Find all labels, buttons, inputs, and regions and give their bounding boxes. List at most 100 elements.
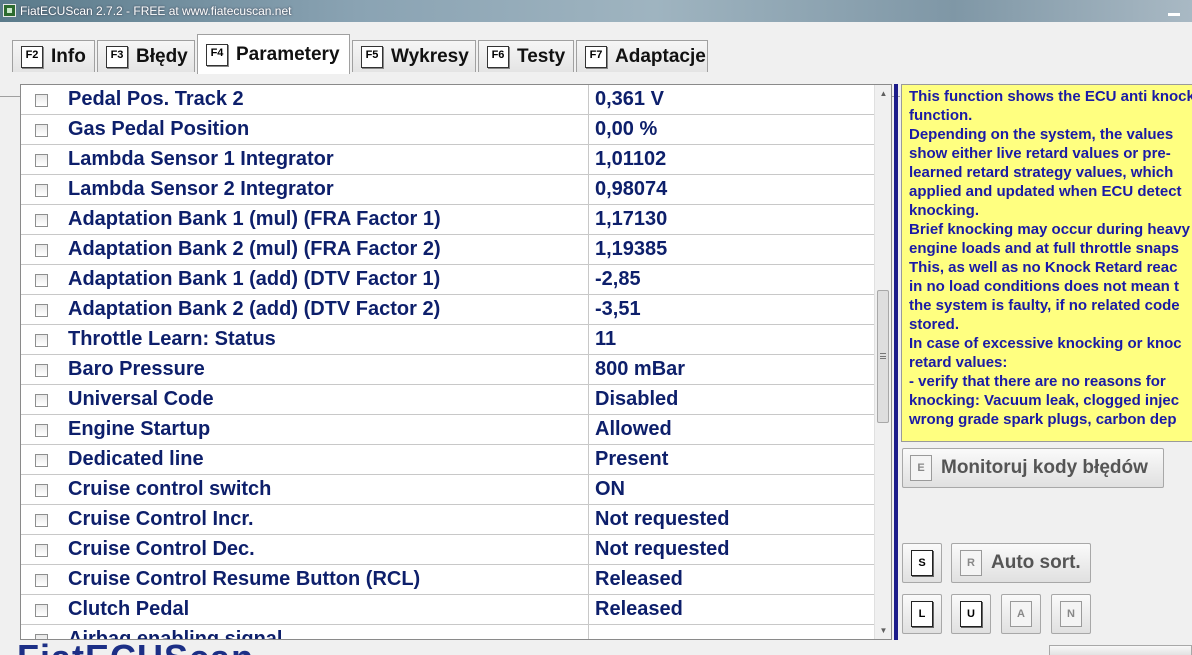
tab-testy[interactable]: F6 Testy [478,40,574,72]
row-checkbox[interactable] [35,214,48,227]
tab-wykresy[interactable]: F5 Wykresy [352,40,476,72]
table-row[interactable]: Adaptation Bank 2 (add) (DTV Factor 2) -3… [21,295,874,325]
s-button[interactable]: S [902,543,942,583]
u-button[interactable]: U [951,594,991,634]
parameter-value: Released [595,598,683,620]
row-checkbox[interactable] [35,244,48,257]
table-row[interactable]: Lambda Sensor 2 Integrator 0,98074 [21,175,874,205]
table-row[interactable]: Throttle Learn: Status 11 [21,325,874,355]
parameter-name: Adaptation Bank 2 (mul) (FRA Factor 2) [68,238,441,260]
table-row[interactable]: Cruise Control Dec. Not requested [21,535,874,565]
row-checkbox[interactable] [35,304,48,317]
tab-label: Testy [517,45,566,67]
f5-key-icon: F5 [361,45,383,68]
window-title: FiatECUScan 2.7.2 - FREE at www.fiatecus… [20,4,292,18]
row-checkbox[interactable] [35,364,48,377]
parameter-value: 1,19385 [595,238,668,260]
parameter-value: 1,17130 [595,208,668,230]
row-checkbox[interactable] [35,574,48,587]
panel-splitter[interactable] [894,84,898,640]
tab-label: Info [51,45,86,67]
parameter-name: Pedal Pos. Track 2 [68,88,244,110]
tab-label: Adaptacje [615,45,706,67]
parameter-value: 800 mBar [595,358,686,380]
parameter-name: Cruise control switch [68,478,272,500]
l-button[interactable]: L [902,594,942,634]
table-row[interactable]: Clutch Pedal Released [21,595,874,625]
f2-key-icon: F2 [21,45,43,68]
scrollbar-thumb[interactable] [877,290,889,423]
parameter-name: Clutch Pedal [68,598,190,620]
parameter-value: Not requested [595,538,730,560]
n-button[interactable]: N [1051,594,1091,634]
n-key-icon: N [1060,601,1082,627]
bottom-button-partial[interactable] [1049,645,1192,655]
app-icon [3,4,16,17]
parameter-name: Lambda Sensor 2 Integrator [68,178,334,200]
tab-label: Parametery [236,43,340,65]
tab-parametery[interactable]: F4 Parametery [197,34,350,74]
parameter-name: Engine Startup [68,418,211,440]
row-checkbox[interactable] [35,544,48,557]
row-checkbox[interactable] [35,424,48,437]
f4-key-icon: F4 [206,43,228,66]
row-checkbox[interactable] [35,274,48,287]
row-checkbox[interactable] [35,454,48,467]
parameter-name: Adaptation Bank 1 (mul) (FRA Factor 1) [68,208,441,230]
tab-adaptacje[interactable]: F7 Adaptacje [576,40,708,72]
table-row[interactable]: Baro Pressure 800 mBar [21,355,874,385]
parameter-value: 11 [595,328,617,350]
a-button[interactable]: A [1001,594,1041,634]
table-row[interactable]: Pedal Pos. Track 2 0,361 V [21,85,874,115]
help-text: This function shows the ECU anti knock f… [909,88,1192,428]
row-checkbox[interactable] [35,514,48,527]
parameter-value: 0,98074 [595,178,668,200]
monitor-error-codes-button[interactable]: E Monitoruj kody błędów [902,448,1164,488]
parameter-value: Allowed [595,418,672,440]
parameter-table-panel: Pedal Pos. Track 2 0,361 V Gas Pedal Posit… [20,84,892,640]
parameter-value: Present [595,448,669,470]
parameter-value: Released [595,568,683,590]
parameter-value: 0,361 V [595,88,664,110]
table-row[interactable]: Gas Pedal Position 0,00 % [21,115,874,145]
tab-bledy[interactable]: F3 Błędy [97,40,195,72]
row-checkbox[interactable] [35,604,48,617]
row-checkbox[interactable] [35,94,48,107]
table-row[interactable]: Dedicated line Present [21,445,874,475]
parameter-table: Pedal Pos. Track 2 0,361 V Gas Pedal Posit… [21,85,874,639]
app-window: FiatECUScan 2.7.2 - FREE at www.fiatecus… [0,0,1192,655]
table-row[interactable]: Adaptation Bank 2 (mul) (FRA Factor 2) 1,… [21,235,874,265]
parameter-name: Gas Pedal Position [68,118,250,140]
grip-icon [880,353,886,359]
tab-info[interactable]: F2 Info [12,40,95,72]
table-row[interactable]: Universal Code Disabled [21,385,874,415]
row-checkbox[interactable] [35,124,48,137]
auto-sort-button[interactable]: R Auto sort. [951,543,1091,583]
vertical-scrollbar[interactable]: ▲ ▼ [874,85,891,639]
tab-strip: F2 Info F3 Błędy F4 Parametery F5 Wykres… [0,22,1192,97]
help-info-box: This function shows the ECU anti knock f… [901,84,1192,442]
parameter-name: Baro Pressure [68,358,205,380]
table-row[interactable]: Cruise Control Resume Button (RCL) Releas… [21,565,874,595]
row-checkbox[interactable] [35,394,48,407]
table-row[interactable]: Lambda Sensor 1 Integrator 1,01102 [21,145,874,175]
row-checkbox[interactable] [35,184,48,197]
tab-label: Wykresy [391,45,469,67]
minimize-button[interactable] [1166,4,1182,18]
table-row[interactable]: Adaptation Bank 1 (add) (DTV Factor 1) -2… [21,265,874,295]
row-checkbox[interactable] [35,334,48,347]
table-row[interactable]: Cruise Control Incr. Not requested [21,505,874,535]
table-row[interactable]: Adaptation Bank 1 (mul) (FRA Factor 1) 1,… [21,205,874,235]
parameter-name: Cruise Control Resume Button (RCL) [68,568,421,590]
table-row[interactable]: Cruise control switch ON [21,475,874,505]
scroll-down-icon[interactable]: ▼ [875,622,891,639]
table-row[interactable]: Engine Startup Allowed [21,415,874,445]
e-key-icon: E [910,455,932,481]
parameter-name: Adaptation Bank 2 (add) (DTV Factor 2) [68,298,441,320]
parameter-value: ON [595,478,625,500]
row-checkbox[interactable] [35,484,48,497]
row-checkbox[interactable] [35,154,48,167]
app-logo: FiatECUScan [17,640,254,655]
parameter-value: Disabled [595,388,679,410]
scroll-up-icon[interactable]: ▲ [875,85,891,102]
